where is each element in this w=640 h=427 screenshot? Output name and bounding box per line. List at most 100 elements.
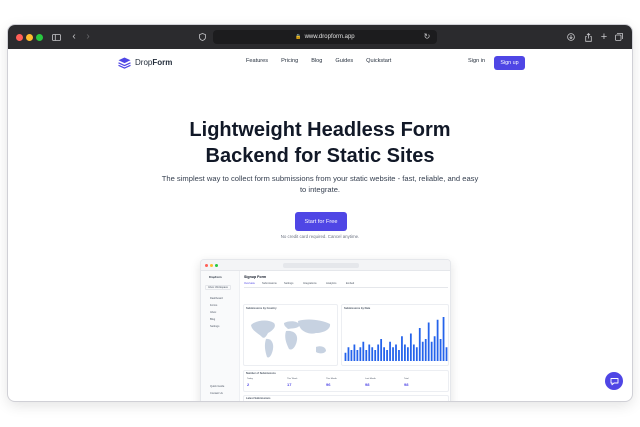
preview-tab-embed: Embed xyxy=(346,282,355,285)
preview-close-dot xyxy=(205,264,208,267)
dropform-logo-icon xyxy=(118,57,131,69)
world-map-icon xyxy=(251,319,331,358)
preview-sidebar: DropForm Inbox Workspace Dashboard Forms… xyxy=(201,271,240,401)
preview-bar xyxy=(421,341,424,361)
preview-bar xyxy=(371,347,374,361)
preview-bar xyxy=(401,336,403,361)
preview-side-contact: Contact Us xyxy=(210,392,223,395)
cta-note: No credit card required. Cancel anytime. xyxy=(280,234,360,239)
close-window-button[interactable] xyxy=(16,34,23,41)
reload-icon[interactable]: ↻ xyxy=(423,30,431,44)
chat-bubble-icon xyxy=(610,377,618,385)
nav-link-pricing[interactable]: Pricing xyxy=(281,58,298,64)
preview-tab-analytics: Analytics xyxy=(326,282,337,285)
brand-name-suffix: Form xyxy=(152,58,173,67)
nav-link-features[interactable]: Features xyxy=(246,58,268,64)
stat-label-month: This Month xyxy=(326,378,337,380)
sign-in-link[interactable]: Sign in xyxy=(468,58,485,64)
minimize-window-button[interactable] xyxy=(26,34,33,41)
lock-icon: 🔒 xyxy=(295,34,302,40)
back-icon[interactable]: ‹ xyxy=(70,30,78,44)
preview-titlebar xyxy=(201,260,450,271)
stat-value-last-month: 98 xyxy=(365,382,370,387)
preview-bar xyxy=(350,350,353,361)
preview-address-bar xyxy=(283,263,359,268)
download-icon[interactable] xyxy=(567,30,575,44)
preview-tab-submissions: Submissions xyxy=(262,282,277,285)
submissions-bar-chart xyxy=(344,317,448,361)
preview-bar xyxy=(439,339,442,361)
preview-bar xyxy=(433,336,436,361)
stat-value-total: 98 xyxy=(404,382,409,387)
preview-main: Signup Form Overview Submissions Setting… xyxy=(240,271,450,401)
preview-bar xyxy=(380,339,383,361)
stat-value-today: 2 xyxy=(247,382,250,387)
preview-side-quick-guide: Quick Guide xyxy=(210,385,225,388)
stat-value-week: 17 xyxy=(287,382,292,387)
preview-bar xyxy=(359,347,362,361)
preview-bar xyxy=(427,322,430,361)
preview-bar xyxy=(398,350,400,361)
preview-bar xyxy=(374,350,377,361)
preview-minimize-dot xyxy=(210,264,213,267)
preview-side-item-forms: Forms xyxy=(210,304,218,307)
main-nav: Features Pricing Blog Guides Quickstart xyxy=(246,58,391,64)
tab-overview-icon[interactable] xyxy=(615,30,623,44)
site-header: Drop Form Features Pricing Blog Guides Qu… xyxy=(8,49,632,75)
preview-stats-panel: Number of Submissions Today 2 This Week … xyxy=(243,370,449,392)
preview-side-item-dashboard: Dashboard xyxy=(210,297,223,300)
preview-bar xyxy=(406,347,409,361)
new-tab-icon[interactable]: + xyxy=(600,30,608,44)
preview-workspace: Inbox Workspace xyxy=(205,285,231,290)
preview-latest-panel: Latest Submissions xyxy=(243,395,449,401)
maximize-window-button[interactable] xyxy=(36,34,43,41)
preview-bar xyxy=(415,347,418,361)
stat-label-today: Today xyxy=(247,378,253,380)
start-for-free-button[interactable]: Start for Free xyxy=(295,212,347,231)
sign-up-button[interactable]: Sign up xyxy=(494,56,525,70)
browser-window: ‹ › 🔒 www.dropform.app ↻ + Drop Form Fea… xyxy=(8,25,632,401)
preview-latest-title: Latest Submissions xyxy=(246,397,271,400)
preview-tabs-divider xyxy=(244,287,448,288)
preview-tab-overview: Overview xyxy=(244,282,255,285)
chat-button[interactable] xyxy=(605,372,623,390)
nav-link-guides[interactable]: Guides xyxy=(335,58,353,64)
preview-bar xyxy=(445,347,448,361)
browser-titlebar: ‹ › 🔒 www.dropform.app ↻ + xyxy=(8,25,632,49)
hero-title-line-1: Lightweight Headless Form xyxy=(189,119,451,141)
preview-side-item-blog: Blog xyxy=(210,318,216,321)
preview-date-title: Submissions by Date xyxy=(344,307,371,310)
preview-bar xyxy=(392,347,394,361)
preview-bar xyxy=(418,328,421,361)
preview-bar xyxy=(386,350,388,361)
stat-label-week: This Week xyxy=(287,378,298,380)
preview-tab-integrations: Integrations xyxy=(303,282,317,285)
dashboard-preview: DropForm Inbox Workspace Dashboard Forms… xyxy=(200,259,451,401)
sidebar-toggle-icon[interactable] xyxy=(51,30,61,44)
preview-bar xyxy=(404,344,406,361)
address-bar[interactable]: 🔒 www.dropform.app xyxy=(213,30,437,44)
hero-title-line-2: Backend for Static Sites xyxy=(205,145,435,167)
stat-value-month: 96 xyxy=(326,382,331,387)
preview-country-title: Submissions by Country xyxy=(246,307,277,310)
address-bar-url: www.dropform.app xyxy=(304,34,355,40)
forward-icon[interactable]: › xyxy=(84,30,92,44)
privacy-shield-icon[interactable] xyxy=(198,30,206,44)
preview-side-item-settings: Settings xyxy=(210,325,220,328)
preview-stats-title: Number of Submissions xyxy=(246,372,276,375)
brand-logo[interactable]: Drop Form xyxy=(118,56,172,69)
preview-bar xyxy=(362,341,365,361)
preview-bar xyxy=(377,344,380,361)
preview-side-item-inbox: Inbox xyxy=(210,311,217,314)
preview-bar xyxy=(424,339,427,361)
hero-subtitle: The simplest way to collect form submiss… xyxy=(161,174,479,194)
nav-link-blog[interactable]: Blog xyxy=(311,58,322,64)
preview-bar xyxy=(395,344,397,361)
nav-link-quickstart[interactable]: Quickstart xyxy=(366,58,391,64)
brand-name-prefix: Drop xyxy=(135,58,153,67)
stat-label-total: Total xyxy=(404,378,409,380)
hero-title: Lightweight Headless Form Backend for St… xyxy=(8,117,632,169)
stat-label-last-month: Last Month xyxy=(365,378,376,380)
share-icon[interactable] xyxy=(584,30,592,44)
preview-bar xyxy=(353,344,356,361)
